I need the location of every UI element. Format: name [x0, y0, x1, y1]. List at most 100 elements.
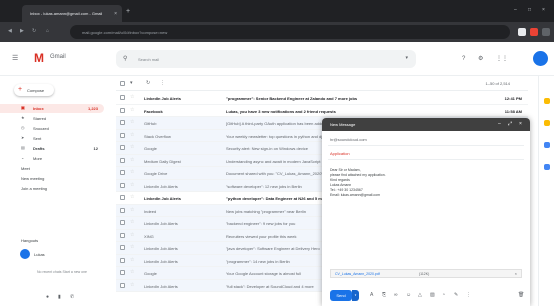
star-icon[interactable]: ☆: [130, 232, 134, 239]
more-icon[interactable]: ⋮: [160, 81, 165, 86]
send-options-icon[interactable]: ▾: [352, 290, 359, 301]
star-icon[interactable]: ☆: [130, 182, 134, 189]
sidebar-item-snoozed[interactable]: ◷ Snoozed: [0, 124, 104, 133]
select-all-checkbox[interactable]: [120, 81, 125, 86]
hangouts-user[interactable]: Lukas: [34, 252, 45, 257]
meet-join-meeting[interactable]: Join a meeting: [21, 186, 47, 191]
chat-icon[interactable]: ▮: [58, 294, 61, 300]
address-bar[interactable]: mail.google.com/mail/u/0/#inbox?compose=…: [70, 25, 510, 39]
star-icon[interactable]: ☆: [130, 132, 134, 139]
star-icon[interactable]: ☆: [130, 244, 134, 251]
phone-icon[interactable]: ✆: [70, 294, 74, 300]
photo-icon[interactable]: ▨: [430, 293, 435, 298]
more-options-icon[interactable]: ⋮: [466, 293, 471, 298]
search-options-icon[interactable]: ▾: [405, 55, 408, 61]
search-input[interactable]: ⚲ Search mail ▾: [116, 50, 416, 68]
browser-tab[interactable]: Inbox - lukas.amann@gmail.com - Gmail ×: [22, 5, 122, 22]
row-checkbox[interactable]: [120, 95, 125, 100]
row-checkbox[interactable]: [120, 207, 125, 213]
star-icon[interactable]: ☆: [130, 194, 134, 201]
row-checkbox[interactable]: [120, 245, 125, 250]
person-icon[interactable]: ●: [46, 294, 49, 300]
home-icon[interactable]: ⌂: [46, 29, 49, 34]
row-checkbox[interactable]: [120, 257, 125, 263]
new-tab-button[interactable]: +: [126, 8, 130, 15]
avatar[interactable]: [533, 51, 548, 66]
hamburger-menu-icon[interactable]: ☰: [12, 55, 18, 62]
table-row[interactable]: ☆ Facebook Lukas, you have 3 new notificat…: [116, 104, 528, 117]
star-icon[interactable]: ☆: [130, 157, 134, 164]
star-icon[interactable]: ☆: [130, 169, 134, 176]
apps-icon[interactable]: ⋮⋮: [496, 56, 508, 62]
send-button[interactable]: Send: [330, 290, 352, 301]
sidebar-item-sent[interactable]: ➤ Sent: [0, 134, 104, 143]
row-checkbox[interactable]: [120, 157, 125, 163]
star-icon[interactable]: ☆: [130, 107, 134, 114]
calendar-icon[interactable]: [544, 98, 550, 104]
chevron-down-icon[interactable]: ▾: [130, 81, 133, 86]
row-checkbox[interactable]: [120, 170, 125, 175]
minimize-icon[interactable]: –: [498, 121, 501, 127]
gmail-logo-text[interactable]: Gmail: [50, 54, 66, 60]
row-checkbox[interactable]: [120, 232, 125, 238]
star-icon[interactable]: ☆: [130, 219, 134, 226]
forward-icon[interactable]: ▶: [20, 29, 24, 34]
menu-icon[interactable]: [542, 28, 550, 36]
close-icon[interactable]: ×: [519, 121, 522, 127]
sidebar-item-inbox[interactable]: ▣ Inbox 1,223: [0, 104, 104, 113]
attach-icon[interactable]: ⎘: [382, 293, 386, 298]
sidebar-item-drafts[interactable]: ▤ Drafts 12: [0, 144, 104, 153]
table-row[interactable]: ☆ LinkedIn Job Alerts "programmer": Senior…: [116, 92, 528, 105]
close-window-icon[interactable]: ×: [542, 7, 545, 13]
compose-button[interactable]: + Compose: [14, 84, 54, 96]
reload-icon[interactable]: ↻: [32, 29, 36, 34]
star-icon[interactable]: ☆: [130, 144, 134, 151]
star-icon[interactable]: ☆: [130, 94, 134, 101]
link-icon[interactable]: ∞: [394, 293, 398, 298]
extension-icon[interactable]: [530, 28, 538, 36]
drive-icon[interactable]: △: [418, 293, 422, 298]
gmail-logo-icon[interactable]: M: [34, 51, 44, 65]
search-icon[interactable]: ⚲: [123, 55, 127, 62]
row-checkbox[interactable]: [120, 145, 125, 150]
refresh-icon[interactable]: ↻: [146, 81, 150, 86]
row-checkbox[interactable]: [120, 182, 125, 188]
expand-icon[interactable]: ⤢: [508, 121, 512, 127]
format-text-icon[interactable]: A: [370, 293, 373, 298]
star-icon[interactable]: ☆: [130, 119, 134, 126]
hangouts-avatar[interactable]: [20, 249, 30, 259]
maximize-icon[interactable]: □: [528, 7, 531, 13]
sidebar-item-more[interactable]: ⌄ More: [0, 154, 104, 163]
star-icon[interactable]: ☆: [130, 207, 134, 214]
help-icon[interactable]: ?: [462, 56, 465, 62]
keep-icon[interactable]: [544, 120, 550, 126]
row-checkbox[interactable]: [120, 270, 125, 275]
row-checkbox[interactable]: [120, 195, 125, 200]
row-checkbox[interactable]: [120, 220, 125, 225]
close-icon[interactable]: ×: [114, 11, 117, 17]
row-checkbox[interactable]: [120, 107, 125, 113]
minimize-icon[interactable]: –: [514, 7, 517, 13]
meet-new-meeting[interactable]: New meeting: [21, 176, 44, 181]
message-body[interactable]: Dear Sir or Madam, please find attached …: [330, 168, 510, 198]
attachment-chip[interactable]: CV_Lukas_Amann_2020.pdf (112K) ×: [330, 269, 522, 278]
row-checkbox[interactable]: [120, 282, 125, 288]
attachment-name[interactable]: CV_Lukas_Amann_2020.pdf: [335, 272, 380, 276]
star-icon[interactable]: ☆: [130, 269, 134, 276]
row-checkbox[interactable]: [120, 132, 125, 138]
star-icon[interactable]: ☆: [130, 257, 134, 264]
bookmark-icon[interactable]: [518, 28, 526, 36]
recipient-field[interactable]: hr@soundcloud.com: [330, 137, 367, 142]
star-icon[interactable]: ☆: [130, 282, 134, 289]
subject-field[interactable]: Application: [330, 151, 350, 156]
lock-icon[interactable]: ◔: [442, 293, 445, 298]
signature-icon[interactable]: ✎: [454, 293, 458, 298]
emoji-icon[interactable]: ☺: [406, 293, 411, 298]
sidebar-item-starred[interactable]: ★ Starred: [0, 114, 104, 123]
remove-attachment-icon[interactable]: ×: [515, 271, 517, 276]
row-checkbox[interactable]: [120, 120, 125, 125]
back-icon[interactable]: ◀: [8, 29, 12, 34]
trash-icon[interactable]: 🗑: [518, 293, 524, 298]
tasks-icon[interactable]: [544, 142, 550, 148]
settings-icon[interactable]: ⚙: [478, 56, 483, 62]
